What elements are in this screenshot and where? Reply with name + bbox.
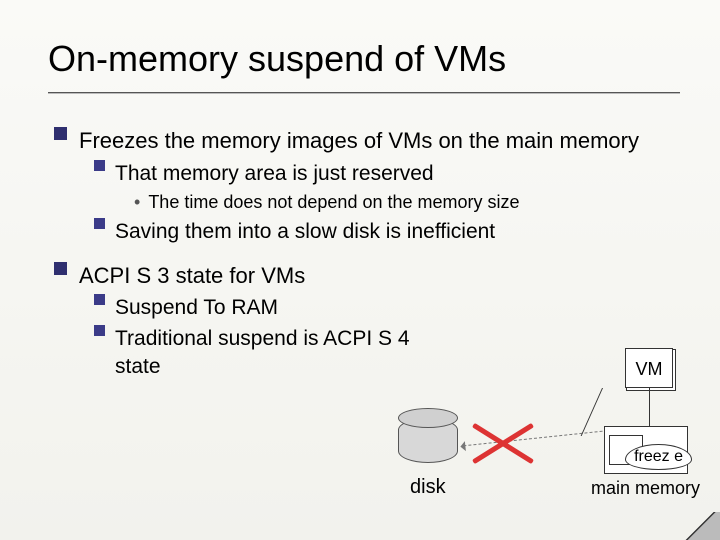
bullet-1b: Saving them into a slow disk is ineffici… [94, 218, 672, 245]
bullet-2a-text: Suspend To RAM [115, 294, 278, 321]
bullet-2-text: ACPI S 3 state for VMs [79, 262, 305, 291]
square-bullet-icon [94, 218, 105, 229]
square-bullet-icon [94, 325, 105, 336]
bullet-1: Freezes the memory images of VMs on the … [54, 127, 672, 156]
disk-label: disk [410, 476, 446, 499]
bullet-1a1-text: The time does not depend on the memory s… [148, 191, 519, 214]
memory-label: main memory [591, 478, 700, 499]
square-bullet-icon [94, 160, 105, 171]
bullet-1b-text: Saving them into a slow disk is ineffici… [115, 218, 495, 245]
vm-box: VM [625, 348, 673, 388]
bullet-1a-text: That memory area is just reserved [115, 160, 434, 187]
square-bullet-icon [54, 127, 67, 140]
bullet-2: ACPI S 3 state for VMs [54, 262, 672, 291]
connector-line [649, 388, 650, 426]
diagram: disk VM •○○ freez e main memory [368, 348, 688, 518]
slide-title: On-memory suspend of VMs [0, 0, 720, 92]
bullet-1a1: • The time does not depend on the memory… [134, 191, 672, 214]
dot-bullet-icon: • [134, 191, 140, 214]
bullet-2a: Suspend To RAM [94, 294, 672, 321]
square-bullet-icon [54, 262, 67, 275]
freeze-cloud: freez e [625, 444, 692, 470]
disk-icon [398, 418, 458, 463]
page-corner-icon [680, 512, 720, 540]
slide-body: Freezes the memory images of VMs on the … [0, 93, 720, 380]
bullet-1a: That memory area is just reserved [94, 160, 672, 187]
cross-out-icon [468, 413, 538, 468]
square-bullet-icon [94, 294, 105, 305]
bullet-1-text: Freezes the memory images of VMs on the … [79, 127, 639, 156]
